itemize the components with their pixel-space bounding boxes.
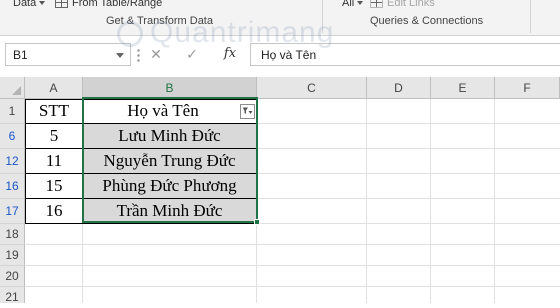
fill-handle[interactable] [254,219,260,225]
cell-stt[interactable]: 5 [26,124,82,148]
row-header-6[interactable]: 6 [0,124,25,149]
row-header-19[interactable]: 19 [0,245,25,266]
formula-bar: B1 ✕ ✓ fx Họ và Tên [0,36,560,76]
column-header-a[interactable]: A [25,77,83,99]
cell-name[interactable]: Lưu Minh Đức [83,124,256,148]
gridline [25,244,560,245]
gridline [494,99,495,303]
select-all-icon [12,86,21,95]
cell-name[interactable]: Phùng Đức Phương [83,174,256,198]
cancel-icon[interactable]: ✕ [147,45,165,63]
column-header-f[interactable]: F [495,77,560,99]
from-table-range-label: From Table/Range [72,0,163,9]
cell-a1-header-stt[interactable]: STT [26,99,82,123]
cell-stt[interactable]: 15 [26,174,82,198]
edit-links-label: Edit Links [387,0,435,9]
cell-name[interactable]: Nguyễn Trung Đức [83,149,256,173]
group-separator [530,0,531,33]
chevron-down-icon[interactable] [116,53,124,58]
row-header-21[interactable]: 21 [0,287,25,304]
filter-active-icon [242,107,253,114]
name-box-value: B1 [13,48,28,62]
link-icon [370,0,383,9]
row-header-17[interactable]: 17 [0,199,25,224]
worksheet-grid[interactable]: A B C D E F 1 6 12 16 17 18 19 20 21 STT… [0,77,560,304]
all-dropdown[interactable]: All [342,0,364,9]
cell-name[interactable]: Trần Minh Đức [83,199,256,223]
cell-stt[interactable]: 11 [26,149,82,173]
gridline [25,286,560,287]
row-header-1[interactable]: 1 [0,99,25,124]
column-header-d[interactable]: D [367,77,431,99]
ribbon: Data From Table/Range All Edit Links Get… [0,0,560,36]
chevron-down-icon [357,1,364,6]
gridline [25,265,560,266]
row-header-18[interactable]: 18 [0,224,25,245]
table-icon [55,0,68,9]
formula-content: Họ và Tên [261,48,317,62]
watermark-logo-icon [117,21,143,47]
group-label-queries: Queries & Connections [370,15,484,27]
formula-input[interactable]: Họ và Tên [250,43,560,66]
from-table-range-button[interactable]: From Table/Range [55,0,162,9]
edit-links-button[interactable]: Edit Links [370,0,435,9]
column-header-b[interactable]: B [83,77,257,99]
group-separator [322,0,323,33]
data-dropdown-label: Data [13,0,37,9]
data-dropdown[interactable]: Data [13,0,46,9]
name-box[interactable]: B1 [5,43,131,66]
cell-stt[interactable]: 16 [26,199,82,223]
gridline [366,99,367,303]
cell-b1-header-name[interactable]: Họ và Tên [83,99,243,123]
filter-button[interactable] [240,104,255,119]
select-all-button[interactable] [0,77,25,99]
row-header-12[interactable]: 12 [0,149,25,174]
column-header-c[interactable]: C [257,77,367,99]
row-header-16[interactable]: 16 [0,174,25,199]
function-icon[interactable]: fx [219,45,241,63]
resize-grip-icon[interactable] [137,48,140,62]
all-dropdown-label: All [342,0,355,9]
gridline [430,99,431,303]
enter-icon[interactable]: ✓ [183,45,201,63]
row-header-20[interactable]: 20 [0,266,25,287]
chevron-down-icon [39,1,46,6]
column-header-e[interactable]: E [431,77,495,99]
